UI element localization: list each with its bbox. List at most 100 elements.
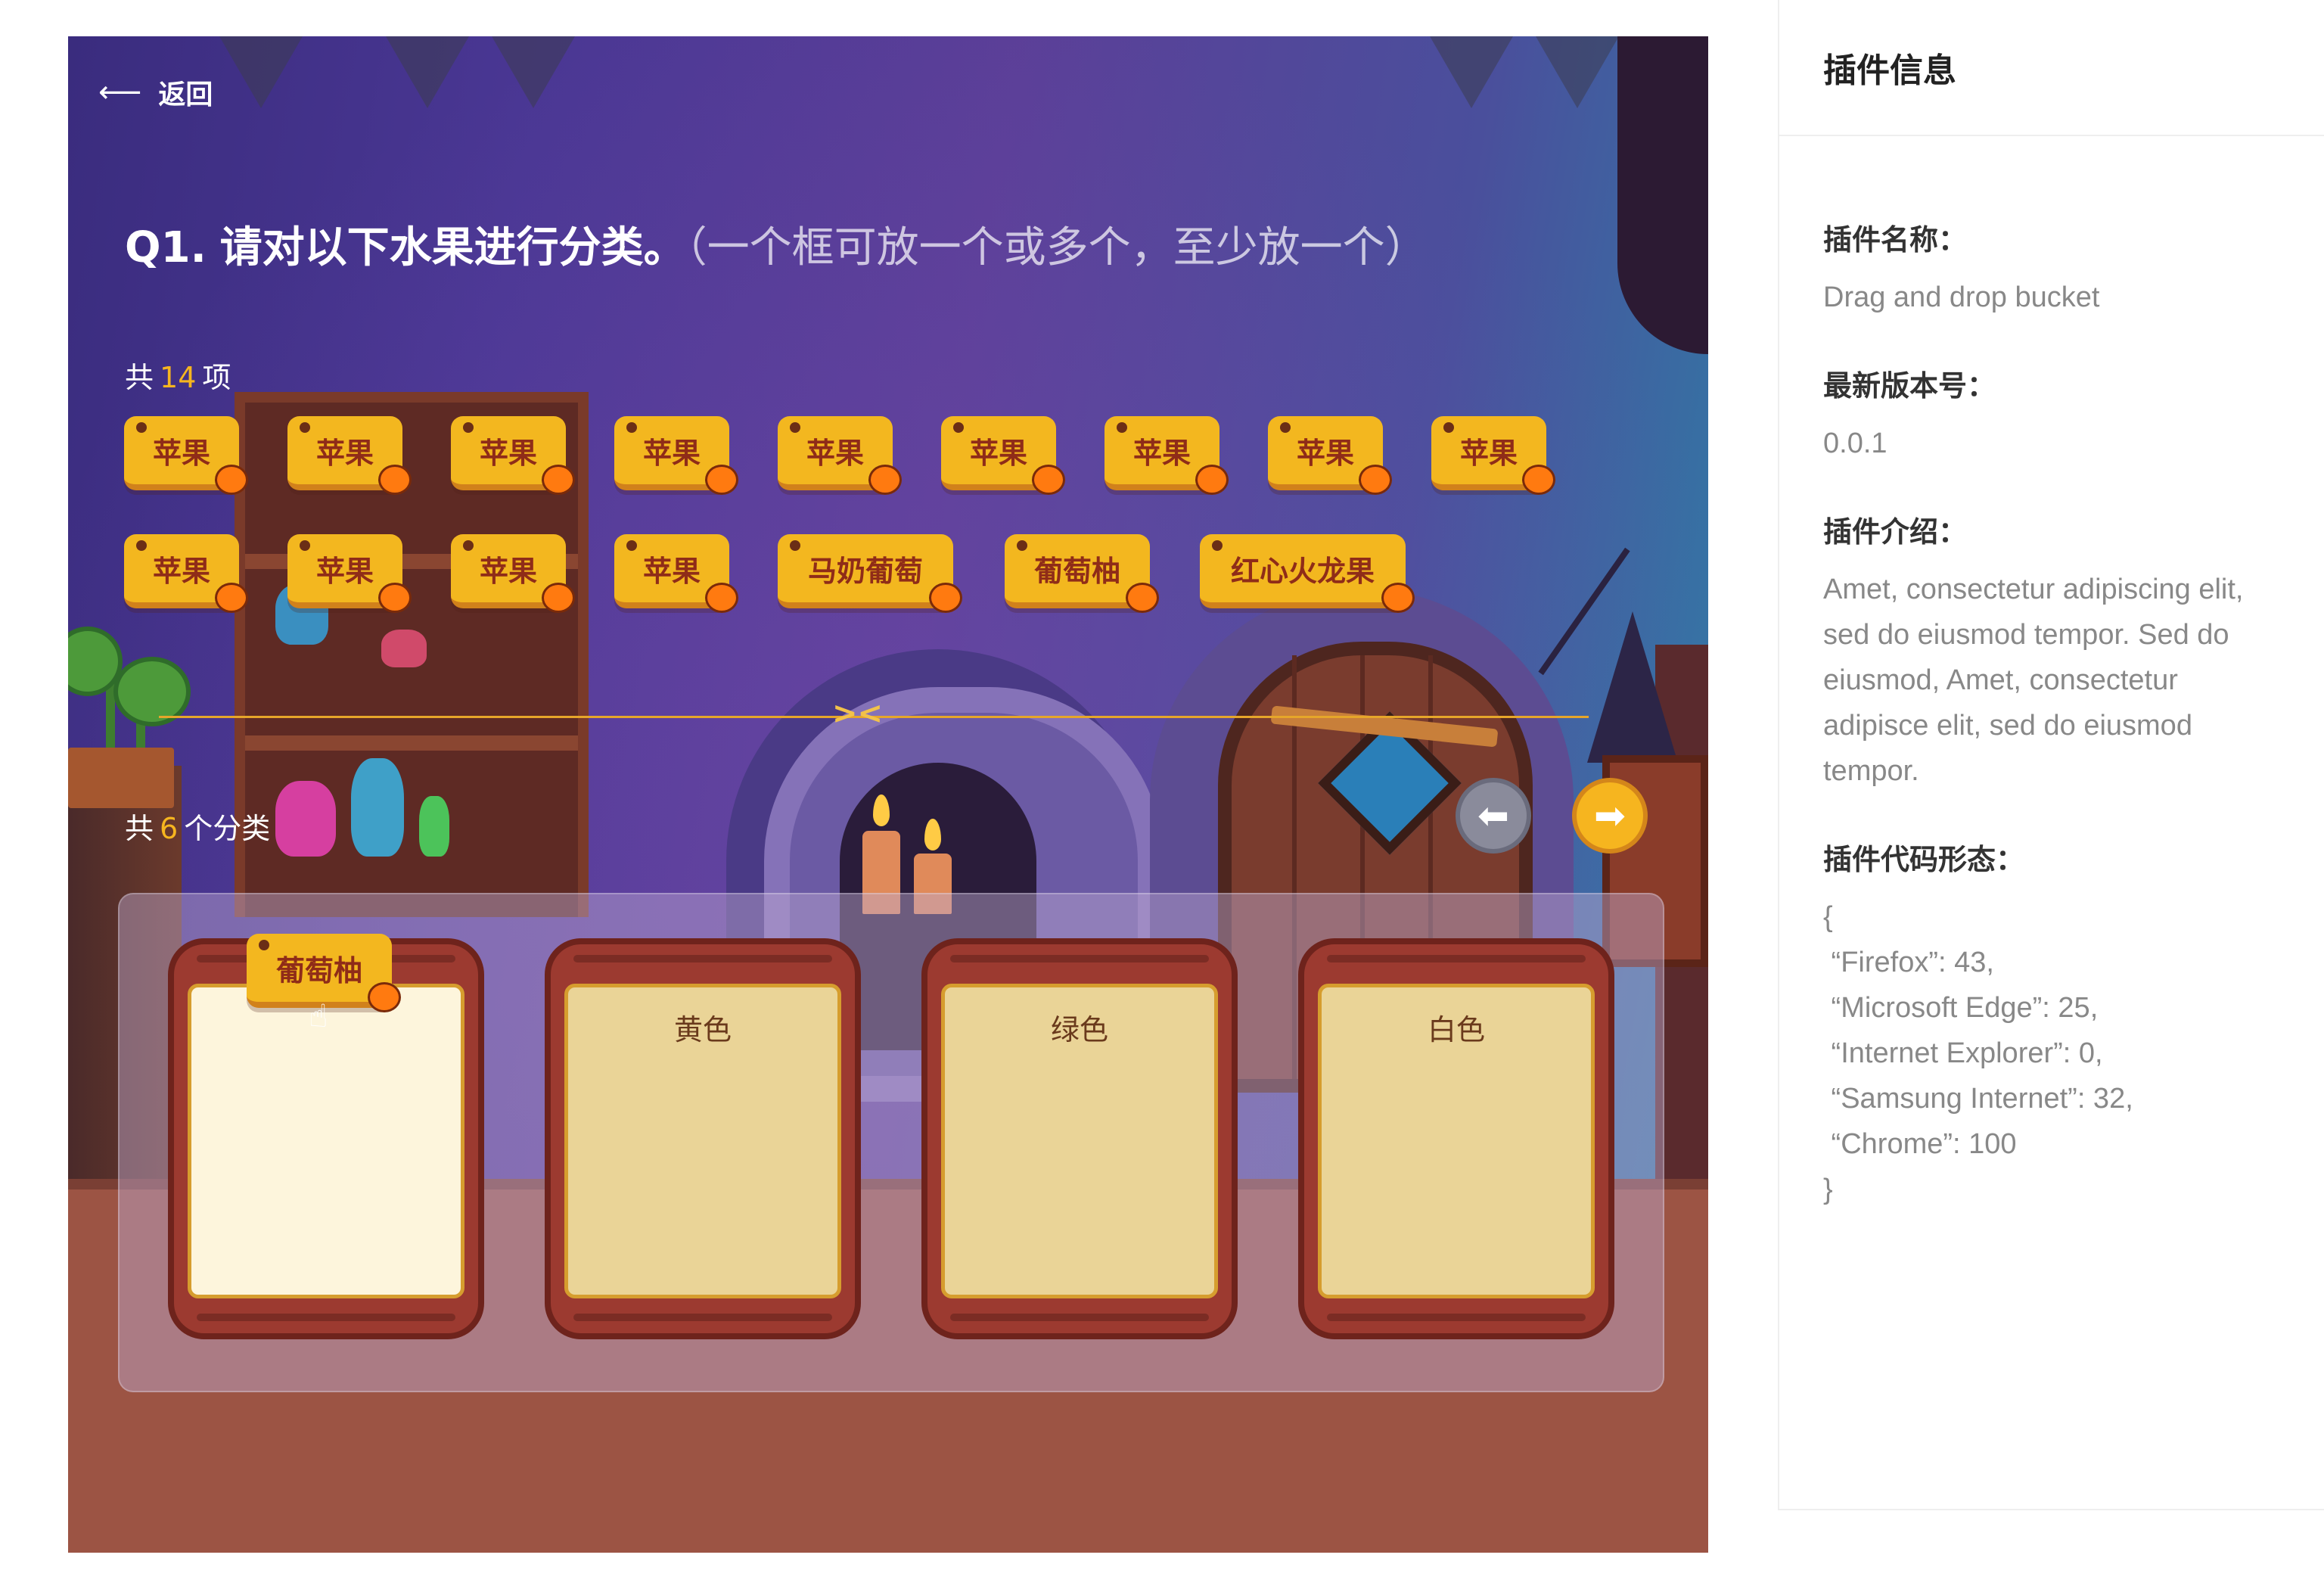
draggable-item[interactable]: 苹果 bbox=[614, 416, 738, 495]
draggable-item[interactable]: 红心火龙果 bbox=[1200, 534, 1415, 613]
item-label: 葡萄柚 bbox=[1033, 554, 1120, 588]
item-count: 共 14 项 bbox=[125, 354, 231, 396]
draggable-item[interactable]: 苹果 bbox=[778, 416, 902, 495]
pumpkin-icon bbox=[1359, 465, 1392, 495]
plugin-code-value: { “Firefox”: 43, “Microsoft Edge”: 25, “… bbox=[1823, 901, 2133, 1205]
pumpkin-icon bbox=[1195, 465, 1229, 495]
category-count-prefix: 共 bbox=[125, 812, 154, 845]
bucket-label: 黄色 bbox=[673, 1013, 732, 1046]
panel-title: 插件信息 bbox=[1779, 0, 2324, 136]
drop-bucket[interactable]: 绿色 bbox=[921, 938, 1238, 1339]
pumpkin-icon bbox=[1032, 465, 1065, 495]
prev-page-button[interactable]: ⬅ bbox=[1456, 778, 1531, 854]
category-count-number: 6 bbox=[160, 812, 179, 845]
plugin-info-panel: 插件信息 插件名称： Drag and drop bucket 最新版本号： 0… bbox=[1778, 0, 2324, 1510]
draggable-item[interactable]: 苹果 bbox=[1431, 416, 1555, 495]
question-hint: （一个框可放一个或多个，至少放一个） bbox=[685, 223, 1428, 272]
draggable-item[interactable]: 苹果 bbox=[1268, 416, 1392, 495]
item-label: 苹果 bbox=[479, 554, 537, 588]
draggable-item[interactable]: 苹果 bbox=[124, 534, 248, 613]
cobweb-decoration bbox=[386, 36, 469, 108]
item-count-number: 14 bbox=[160, 361, 197, 394]
wall-corner bbox=[1617, 36, 1708, 354]
pumpkin-icon bbox=[929, 583, 962, 613]
item-label: 苹果 bbox=[315, 554, 374, 588]
pumpkin-icon bbox=[1126, 583, 1159, 613]
item-label: 苹果 bbox=[315, 436, 374, 470]
item-count-prefix: 共 bbox=[125, 361, 154, 394]
cobweb-decoration bbox=[492, 36, 575, 108]
question-title: Q1. 请对以下水果进行分类。（一个框可放一个或多个，至少放一个） bbox=[125, 213, 1428, 275]
back-label: 返回 bbox=[158, 79, 213, 110]
plugin-version-field: 最新版本号： 0.0.1 bbox=[1823, 362, 2280, 466]
pumpkin-icon bbox=[378, 583, 412, 613]
bucket-label: 绿色 bbox=[1050, 1013, 1108, 1046]
item-label: 苹果 bbox=[642, 436, 701, 470]
item-label: 马奶葡萄 bbox=[807, 554, 923, 588]
plugin-name-label: 插件名称： bbox=[1823, 225, 1968, 257]
plugin-intro-value: Amet, consectetur adipiscing elit, sed d… bbox=[1823, 574, 2244, 787]
cobweb-decoration bbox=[1430, 36, 1513, 108]
plant-pot bbox=[68, 748, 174, 808]
potion-bottle-icon bbox=[351, 758, 404, 857]
next-page-button[interactable]: ➡ bbox=[1572, 778, 1648, 854]
plugin-intro-label: 插件介绍： bbox=[1823, 517, 1968, 549]
item-label: 苹果 bbox=[969, 436, 1027, 470]
item-label: 葡萄柚 bbox=[275, 953, 362, 987]
pumpkin-icon bbox=[705, 583, 738, 613]
item-count-suffix: 项 bbox=[202, 361, 231, 394]
arrow-right-icon: ➡ bbox=[1594, 794, 1626, 838]
draggable-item[interactable]: 苹果 bbox=[941, 416, 1065, 495]
pumpkin-icon bbox=[1522, 465, 1555, 495]
potion-bottle-icon bbox=[419, 796, 449, 857]
plugin-intro-field: 插件介绍： Amet, consectetur adipiscing elit,… bbox=[1823, 508, 2280, 794]
arrow-left-icon: ⟵ bbox=[98, 75, 142, 110]
back-button[interactable]: ⟵ 返回 bbox=[98, 73, 213, 112]
arrow-left-icon: ⬅ bbox=[1477, 794, 1509, 838]
item-label: 苹果 bbox=[1132, 436, 1191, 470]
pumpkin-icon bbox=[215, 465, 248, 495]
item-label: 苹果 bbox=[1296, 436, 1354, 470]
drop-bucket[interactable]: 白色 bbox=[1298, 938, 1614, 1339]
hand-cursor-icon: ☝ bbox=[309, 997, 328, 1034]
draggable-item[interactable]: 苹果 bbox=[451, 416, 575, 495]
item-label: 苹果 bbox=[152, 436, 210, 470]
potion-bottle-icon bbox=[381, 630, 427, 667]
pumpkin-icon bbox=[542, 583, 575, 613]
question-text: 请对以下水果进行分类。 bbox=[219, 223, 686, 272]
pumpkin-icon bbox=[542, 465, 575, 495]
plugin-name-field: 插件名称： Drag and drop bucket bbox=[1823, 216, 2280, 320]
witch-hat-icon bbox=[1587, 611, 1678, 763]
pumpkin-icon bbox=[215, 583, 248, 613]
category-count: 共 6 个分类 bbox=[125, 805, 270, 847]
item-label: 苹果 bbox=[1459, 436, 1518, 470]
draggable-item[interactable]: 苹果 bbox=[287, 534, 412, 613]
plugin-code-field: 插件代码形态： { “Firefox”: 43, “Microsoft Edge… bbox=[1823, 836, 2280, 1212]
item-label: 苹果 bbox=[479, 436, 537, 470]
draggable-item[interactable]: 苹果 bbox=[287, 416, 412, 495]
item-label: 红心火龙果 bbox=[1230, 554, 1375, 588]
pumpkin-icon bbox=[368, 982, 401, 1012]
draggable-item[interactable]: 苹果 bbox=[124, 416, 248, 495]
potion-bottle-icon bbox=[275, 781, 336, 857]
draggable-item[interactable]: 苹果 bbox=[451, 534, 575, 613]
plugin-version-label: 最新版本号： bbox=[1823, 371, 1996, 403]
game-stage: ⟵ 返回 Q1. 请对以下水果进行分类。（一个框可放一个或多个，至少放一个） 共… bbox=[68, 36, 1708, 1553]
question-number: Q1. bbox=[125, 223, 207, 272]
draggable-item[interactable]: 苹果 bbox=[1105, 416, 1229, 495]
item-label: 苹果 bbox=[152, 554, 210, 588]
plugin-name-value: Drag and drop bucket bbox=[1823, 281, 2100, 313]
pumpkin-icon bbox=[868, 465, 902, 495]
plugin-version-value: 0.0.1 bbox=[1823, 428, 1887, 459]
cobweb-decoration bbox=[1536, 36, 1619, 108]
cobweb-decoration bbox=[219, 36, 303, 108]
pumpkin-icon bbox=[1381, 583, 1415, 613]
category-count-suffix: 个分类 bbox=[184, 812, 271, 845]
draggable-item[interactable]: 马奶葡萄 bbox=[778, 534, 962, 613]
draggable-item[interactable]: 葡萄柚 bbox=[1005, 534, 1159, 613]
draggable-item[interactable]: 苹果 bbox=[614, 534, 738, 613]
pumpkin-icon bbox=[705, 465, 738, 495]
collapse-arrows-icon[interactable]: >< bbox=[832, 696, 883, 731]
bucket-label: 白色 bbox=[1427, 1013, 1485, 1046]
drop-bucket[interactable]: 黄色 bbox=[545, 938, 861, 1339]
